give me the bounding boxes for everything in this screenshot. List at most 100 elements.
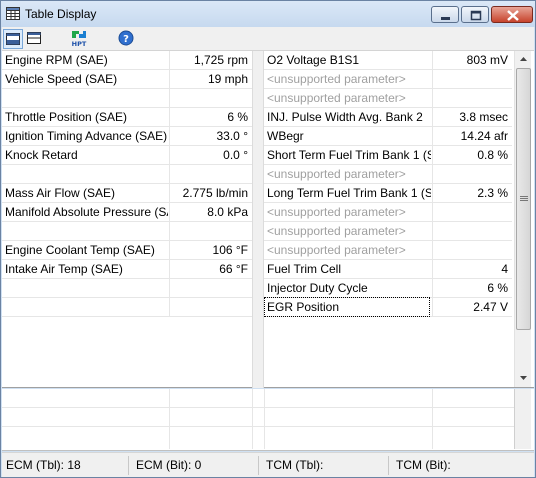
left-parameter-column: Engine RPM (SAE) 1,725 rpm Vehicle Speed (… bbox=[2, 51, 252, 317]
parameter-row[interactable] bbox=[2, 222, 252, 241]
minimize-button[interactable] bbox=[431, 6, 459, 23]
cell-separator bbox=[432, 241, 433, 260]
parameter-name: Short Term Fuel Trim Bank 1 (SAE) bbox=[267, 148, 431, 162]
toolbar: HPT ? bbox=[2, 27, 534, 51]
cell-separator bbox=[432, 146, 433, 165]
cell-separator bbox=[432, 298, 433, 317]
table-display-window: Table Display HPT ? Engine RPM (SAE) 1,7… bbox=[0, 0, 536, 478]
parameter-row[interactable] bbox=[2, 89, 252, 108]
tcm-table-status: TCM (Tbl): bbox=[266, 458, 324, 472]
window-title: Table Display bbox=[25, 7, 97, 21]
parameter-row[interactable]: Mass Air Flow (SAE) 2.775 lb/min bbox=[2, 184, 252, 203]
parameter-row[interactable] bbox=[2, 165, 252, 184]
hpt-logo-icon: HPT bbox=[69, 31, 89, 52]
parameter-name: Injector Duty Cycle bbox=[267, 281, 368, 295]
parameter-name: Mass Air Flow (SAE) bbox=[5, 186, 116, 200]
parameter-row[interactable]: Ignition Timing Advance (SAE) 33.0 ° bbox=[2, 127, 252, 146]
parameter-name: Vehicle Speed (SAE) bbox=[5, 72, 118, 86]
parameter-row[interactable]: Intake Air Temp (SAE) 66 °F bbox=[2, 260, 252, 279]
parameter-row[interactable]: <unsupported parameter> bbox=[264, 165, 512, 184]
parameter-value: 2.3 % bbox=[477, 186, 508, 200]
parameter-name: Long Term Fuel Trim Bank 1 (SAE) bbox=[267, 186, 431, 200]
parameter-value: 19 mph bbox=[207, 72, 248, 86]
table-view-icon bbox=[4, 33, 22, 51]
parameter-value: 2.47 V bbox=[473, 300, 508, 314]
parameter-row[interactable]: <unsupported parameter> bbox=[264, 70, 512, 89]
title-bar[interactable]: Table Display bbox=[1, 1, 535, 27]
status-separator bbox=[128, 456, 129, 475]
parameter-row[interactable]: Injector Duty Cycle 6 % bbox=[264, 279, 512, 298]
status-separator bbox=[388, 456, 389, 475]
parameter-row[interactable] bbox=[2, 279, 252, 298]
parameter-row[interactable]: Short Term Fuel Trim Bank 1 (SAE) 0.8 % bbox=[264, 146, 512, 165]
cell-separator bbox=[432, 222, 433, 241]
parameter-name: Engine Coolant Temp (SAE) bbox=[5, 243, 155, 257]
cell-separator bbox=[169, 184, 170, 203]
tcm-bit-status: TCM (Bit): bbox=[396, 458, 451, 472]
parameter-row[interactable]: INJ. Pulse Width Avg. Bank 2 3.8 msec bbox=[264, 108, 512, 127]
lower-vertical-scrollbar[interactable] bbox=[514, 389, 531, 449]
parameter-row[interactable]: Fuel Trim Cell 4 bbox=[264, 260, 512, 279]
cell-separator bbox=[169, 70, 170, 89]
parameter-row[interactable]: <unsupported parameter> bbox=[264, 222, 512, 241]
thumb-grip bbox=[520, 200, 528, 201]
cell-separator bbox=[432, 203, 433, 222]
parameter-row[interactable] bbox=[2, 298, 252, 317]
cell-separator bbox=[432, 89, 433, 108]
cell-separator bbox=[169, 298, 170, 317]
parameter-row[interactable]: Engine RPM (SAE) 1,725 rpm bbox=[2, 51, 252, 70]
parameter-name: Engine RPM (SAE) bbox=[5, 53, 108, 67]
parameter-row[interactable]: Throttle Position (SAE) 6 % bbox=[2, 108, 252, 127]
column-divider[interactable] bbox=[252, 51, 264, 388]
parameter-row[interactable]: O2 Voltage B1S1 803 mV bbox=[264, 51, 512, 70]
parameter-name: Throttle Position (SAE) bbox=[5, 110, 128, 124]
parameter-value: 4 bbox=[501, 262, 508, 276]
cell-separator bbox=[432, 51, 433, 70]
window-view-button[interactable] bbox=[25, 29, 45, 49]
parameter-value: 66 °F bbox=[219, 262, 248, 276]
parameter-row[interactable]: EGR Position 2.47 V bbox=[264, 297, 512, 317]
parameter-name: WBegr bbox=[267, 129, 304, 143]
cell-separator bbox=[169, 241, 170, 260]
close-button[interactable] bbox=[491, 6, 533, 23]
vertical-scrollbar[interactable] bbox=[514, 51, 531, 387]
cell-separator bbox=[432, 127, 433, 146]
parameter-row[interactable]: Engine Coolant Temp (SAE) 106 °F bbox=[2, 241, 252, 260]
parameter-value: 106 °F bbox=[212, 243, 248, 257]
parameter-row[interactable]: Manifold Absolute Pressure (SAE) 8.0 kPa bbox=[2, 203, 252, 222]
parameter-row[interactable]: <unsupported parameter> bbox=[264, 89, 512, 108]
svg-text:HPT: HPT bbox=[72, 40, 87, 48]
grid-line bbox=[264, 389, 265, 449]
hpt-button[interactable]: HPT bbox=[69, 29, 89, 49]
parameter-name: <unsupported parameter> bbox=[267, 91, 406, 105]
cell-separator bbox=[169, 260, 170, 279]
status-bar: ECM (Tbl): 18 ECM (Bit): 0 TCM (Tbl): TC… bbox=[2, 452, 534, 477]
cell-separator bbox=[169, 108, 170, 127]
parameter-row[interactable]: WBegr 14.24 afr bbox=[264, 127, 512, 146]
scroll-up-button[interactable] bbox=[515, 51, 532, 68]
parameter-value: 2.775 lb/min bbox=[182, 186, 248, 200]
parameter-row[interactable]: <unsupported parameter> bbox=[264, 203, 512, 222]
maximize-button[interactable] bbox=[461, 6, 489, 23]
parameter-row[interactable]: Long Term Fuel Trim Bank 1 (SAE) 2.3 % bbox=[264, 184, 512, 203]
parameter-row[interactable]: <unsupported parameter> bbox=[264, 241, 512, 260]
scroll-thumb[interactable] bbox=[516, 68, 531, 330]
parameter-name: Intake Air Temp (SAE) bbox=[5, 262, 123, 276]
parameter-row[interactable]: Knock Retard 0.0 ° bbox=[2, 146, 252, 165]
parameter-name: <unsupported parameter> bbox=[267, 167, 406, 181]
ecm-table-status: ECM (Tbl): 18 bbox=[6, 458, 81, 472]
parameter-row[interactable]: Vehicle Speed (SAE) 19 mph bbox=[2, 70, 252, 89]
cell-separator bbox=[169, 165, 170, 184]
cell-separator bbox=[432, 260, 433, 279]
scroll-down-button[interactable] bbox=[515, 369, 532, 386]
parameter-name: Ignition Timing Advance (SAE) bbox=[5, 129, 168, 143]
lower-table-pane bbox=[2, 389, 534, 451]
parameter-value: 803 mV bbox=[466, 53, 508, 67]
grid-line bbox=[169, 389, 170, 449]
grid-line bbox=[252, 389, 253, 449]
help-icon: ? bbox=[117, 30, 135, 50]
cell-separator bbox=[169, 127, 170, 146]
table-view-button[interactable] bbox=[3, 29, 23, 49]
cell-separator bbox=[169, 279, 170, 298]
help-button[interactable]: ? bbox=[117, 29, 137, 49]
